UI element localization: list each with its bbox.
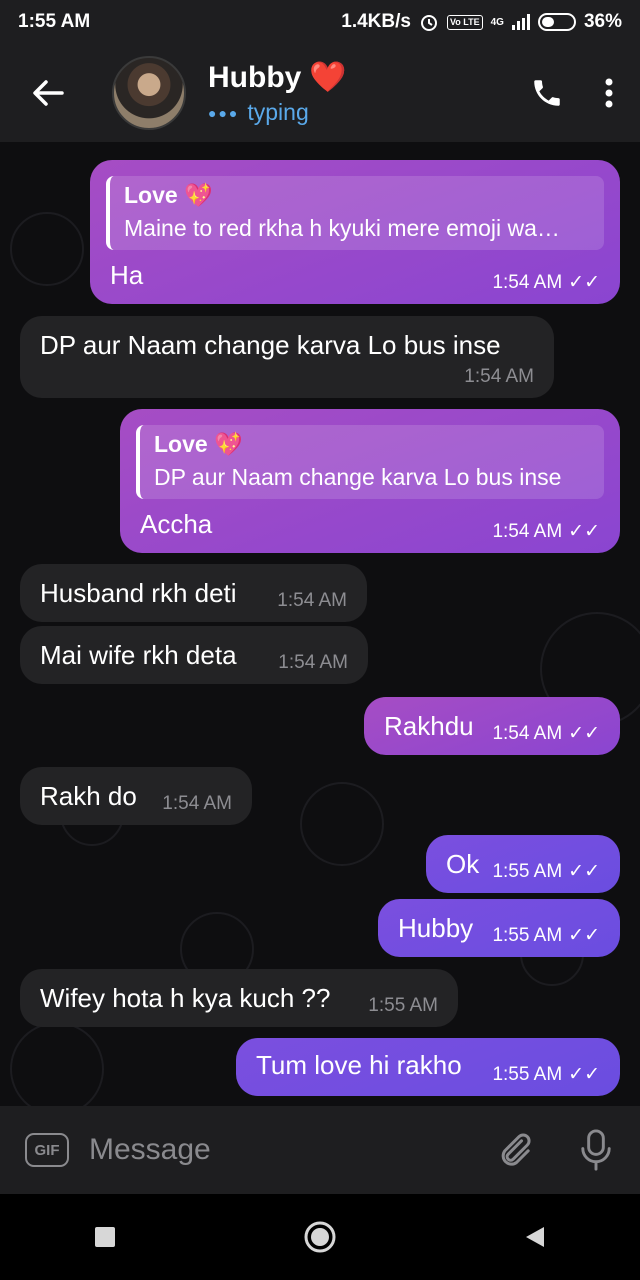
chat-title[interactable]: Hubby ❤️ ●●● typing [208, 60, 530, 126]
contact-name: Hubby ❤️ [208, 60, 530, 95]
message-text: Mai wife rkh deta [40, 640, 237, 670]
message-time: 1:54 AM ✓✓ [492, 722, 600, 745]
reply-text: DP aur Naam change karva Lo bus inse [154, 464, 562, 490]
avatar[interactable] [112, 56, 186, 130]
message-time: 1:54 AM [162, 793, 232, 814]
read-check-icon: ✓✓ [568, 723, 600, 744]
typing-status: ●●● typing [208, 99, 530, 126]
message-bubble[interactable]: Rakhdu 1:54 AM ✓✓ [364, 697, 620, 755]
message-bubble[interactable]: DP aur Naam change karva Lo bus inse 1:5… [20, 316, 554, 398]
typing-dots-icon: ●●● [208, 104, 240, 121]
read-check-icon: ✓✓ [568, 925, 600, 946]
contact-name-text: Hubby [208, 60, 302, 94]
home-icon[interactable] [303, 1220, 337, 1254]
message-bubble[interactable]: Love 💖 DP aur Naam change karva Lo bus i… [120, 409, 620, 553]
mic-icon[interactable] [578, 1128, 614, 1172]
message-text: Rakhdu [384, 711, 474, 741]
message-bubble[interactable]: Hubby 1:55 AM ✓✓ [378, 899, 620, 957]
message-time: 1:54 AM [277, 590, 347, 611]
read-check-icon: ✓✓ [568, 861, 600, 882]
message-text: DP aur Naam change karva Lo bus inse [40, 330, 501, 360]
message-bubble[interactable]: Wifey hota h kya kuch ?? 1:55 AM [20, 969, 458, 1027]
reply-quote[interactable]: Love 💖 Maine to red rkha h kyuki mere em… [106, 176, 604, 250]
message-text: Hubby [398, 913, 474, 943]
typing-text: typing [247, 99, 309, 125]
reply-quote[interactable]: Love 💖 DP aur Naam change karva Lo bus i… [136, 425, 604, 499]
message-bubble[interactable]: Love 💖 Maine to red rkha h kyuki mere em… [90, 160, 620, 304]
message-text: Wifey hota h kya kuch ?? [40, 983, 331, 1013]
back-button[interactable] [18, 63, 78, 123]
message-bubble[interactable]: Mai wife rkh deta 1:54 AM [20, 626, 368, 684]
network-speed: 1.4KB/s [341, 11, 411, 32]
battery-level: 36% [583, 11, 622, 32]
reply-author: Love 💖 [124, 182, 213, 208]
message-bubble[interactable]: Tum love hi rakho 1:55 AM ✓✓ [236, 1038, 620, 1096]
message-text: Accha [140, 509, 213, 539]
message-time: 1:55 AM ✓✓ [492, 860, 600, 883]
read-check-icon: ✓✓ [568, 521, 600, 542]
read-check-icon: ✓✓ [568, 272, 600, 293]
message-bubble[interactable]: Ok 1:55 AM ✓✓ [426, 835, 620, 893]
network-type: 4G [490, 16, 504, 28]
read-check-icon: ✓✓ [568, 1064, 600, 1085]
message-text: Ha [110, 260, 144, 290]
back-arrow-icon [33, 80, 64, 106]
message-input-bar: GIF Message [0, 1106, 640, 1194]
alarm-icon [420, 15, 437, 31]
message-time: 1:54 AM [464, 366, 534, 387]
status-time: 1:55 AM [18, 11, 91, 32]
reply-author: Love 💖 [154, 431, 243, 457]
message-text: Husband rkh deti [40, 578, 237, 608]
message-bubble[interactable]: Rakh do 1:54 AM [20, 767, 252, 825]
message-text: Tum love hi rakho [256, 1050, 462, 1080]
chat-area[interactable]: Love 💖 Maine to red rkha h kyuki mere em… [0, 142, 640, 1106]
battery-icon [537, 13, 576, 31]
phone-icon[interactable] [530, 76, 564, 110]
volte-icon: Vo LTE [446, 14, 483, 30]
message-time: 1:54 AM [278, 652, 348, 673]
message-text: Ok [446, 849, 480, 879]
message-time: 1:54 AM ✓✓ [492, 520, 600, 543]
message-text: Rakh do [40, 781, 137, 811]
gif-icon[interactable]: GIF [25, 1133, 69, 1167]
recents-icon[interactable] [94, 1226, 116, 1248]
back-nav-icon[interactable] [524, 1225, 546, 1249]
message-input[interactable]: Message [89, 1133, 494, 1167]
more-vert-icon[interactable] [604, 78, 614, 108]
message-time: 1:55 AM ✓✓ [492, 1063, 600, 1086]
message-time: 1:55 AM ✓✓ [492, 924, 600, 947]
message-bubble[interactable]: Husband rkh deti 1:54 AM [20, 564, 367, 622]
reply-text: Maine to red rkha h kyuki mere emoji wa… [124, 215, 560, 241]
message-time: 1:55 AM [368, 995, 438, 1016]
signal-icon [511, 14, 530, 30]
message-time: 1:54 AM ✓✓ [492, 271, 600, 294]
status-bar: 1:55 AM 1.4KB/s Vo LTE 4G 36% [0, 0, 640, 44]
system-nav-bar [0, 1194, 640, 1280]
heart-emoji: ❤️ [309, 61, 347, 94]
chat-header: Hubby ❤️ ●●● typing [0, 44, 640, 142]
status-icons: 1.4KB/s Vo LTE 4G 36% [341, 11, 622, 33]
attach-icon[interactable] [494, 1130, 534, 1170]
